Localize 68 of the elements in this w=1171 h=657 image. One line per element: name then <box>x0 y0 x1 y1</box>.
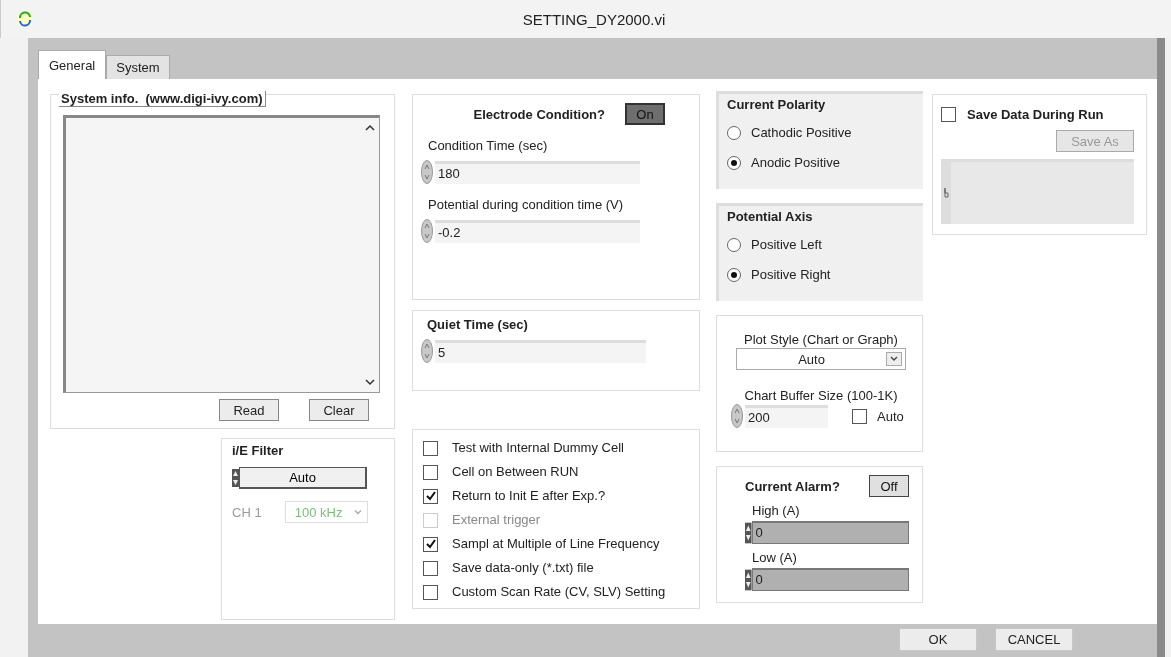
number-field[interactable]: -0.2 <box>435 219 640 243</box>
path-field[interactable] <box>941 159 1134 224</box>
toggle-button[interactable]: Off <box>869 475 909 497</box>
plot-style-dropdown[interactable]: Auto <box>736 348 906 370</box>
checkbox[interactable] <box>423 560 438 576</box>
checkbox-label: Sampl at Multiple of Line Frequency <box>452 535 660 553</box>
tab[interactable]: System <box>106 55 170 79</box>
radio-label: Cathodic Positive <box>751 125 852 140</box>
panel-title: Potential Axis <box>727 209 814 224</box>
number-field[interactable]: 200 <box>745 404 828 428</box>
field-label: Plot Style (Chart or Graph) <box>744 332 898 347</box>
panel-title: System info. (www.digi-ivy.com) <box>59 91 266 107</box>
window-title: SETTING_DY2000.vi <box>521 10 667 28</box>
toggle-button[interactable]: On <box>625 103 665 125</box>
action-button[interactable]: Read <box>219 399 279 421</box>
checkbox-label: Save Data During Run <box>967 107 1104 122</box>
panel-title: i/E Filter <box>232 443 285 458</box>
field-label: High (A) <box>751 503 801 518</box>
field-label: Chart Buffer Size (100-1K) <box>744 388 898 403</box>
scroll-down-icon[interactable] <box>365 378 375 386</box>
radio-button[interactable] <box>727 267 741 282</box>
radio-button[interactable] <box>727 125 741 140</box>
field-label: Potential during condition time (V) <box>427 197 625 212</box>
checkbox[interactable] <box>423 536 438 552</box>
radio-label: Anodic Positive <box>751 155 840 170</box>
checkbox[interactable] <box>423 584 438 600</box>
checkbox-label: External trigger <box>452 511 541 529</box>
spinner-arrows-icon[interactable] <box>421 160 433 184</box>
checkbox[interactable] <box>423 488 438 504</box>
action-button[interactable]: Clear <box>309 399 369 421</box>
radio-label: Positive Right <box>751 267 831 282</box>
filter-mode-button[interactable]: Auto <box>239 467 367 489</box>
checkbox[interactable] <box>423 464 438 480</box>
number-field[interactable]: 0 <box>751 568 909 591</box>
channel-label: CH 1 <box>232 504 262 520</box>
spinner-arrows-icon[interactable] <box>745 521 752 544</box>
checkbox-label: Auto <box>877 408 904 424</box>
spinner-arrows-icon[interactable] <box>745 568 752 591</box>
number-field[interactable]: 0 <box>751 521 909 544</box>
checkbox-label: Test with Internal Dummy Cell <box>452 439 624 457</box>
number-field[interactable]: 5 <box>435 339 646 363</box>
panel-title: Electrode Condition? <box>473 106 605 122</box>
panel-title: Current Polarity <box>727 97 827 112</box>
radio-label: Positive Left <box>751 237 822 252</box>
caret-icon[interactable] <box>886 352 902 366</box>
spinner-arrows-icon[interactable] <box>421 219 433 243</box>
checkbox-label: Save data-only (*.txt) file <box>452 559 594 577</box>
spinner-arrows-icon[interactable] <box>421 339 433 363</box>
radio-button[interactable] <box>727 155 741 170</box>
checkbox-label: Return to Init E after Exp.? <box>452 487 606 505</box>
number-field[interactable]: 180 <box>435 160 640 184</box>
field-label: Condition Time (sec) <box>427 138 549 153</box>
checkbox[interactable] <box>423 440 438 456</box>
dialog-button[interactable]: OK <box>899 627 977 651</box>
scroll-up-icon[interactable] <box>365 124 375 132</box>
panel-title: Current Alarm? <box>745 478 840 494</box>
tab[interactable]: General <box>38 50 107 79</box>
radio-button[interactable] <box>727 237 741 252</box>
dialog-button[interactable]: CANCEL <box>995 627 1073 651</box>
panel-title: Quiet Time (sec) <box>426 317 529 332</box>
checkbox[interactable] <box>852 408 867 424</box>
field-label: Low (A) <box>751 550 798 565</box>
checkbox[interactable] <box>941 107 956 122</box>
app-icon <box>17 11 33 27</box>
spinner-arrows-icon[interactable] <box>731 404 743 428</box>
checkbox-label: Cell on Between RUN <box>452 463 579 481</box>
spinner-arrows-icon[interactable] <box>232 469 239 487</box>
checkbox-label: Custom Scan Rate (CV, SLV) Setting <box>452 583 666 601</box>
